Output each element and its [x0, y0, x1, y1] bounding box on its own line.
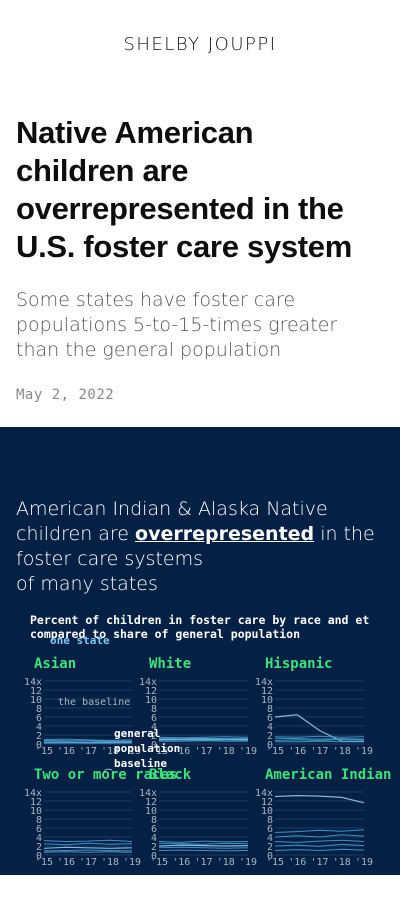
x-tick-label: '17 [310, 857, 328, 868]
series-line [158, 736, 249, 739]
x-tick-label: '17 [310, 746, 328, 757]
x-tick-label: '17 [79, 857, 97, 868]
x-tick-label: '18 [217, 746, 235, 757]
x-tick-label: '15 [35, 857, 53, 868]
x-tick-label: '18 [333, 746, 351, 757]
x-tick-label: '16 [57, 746, 75, 757]
headline-line: children are [16, 153, 189, 188]
annotation-one-state: one state [50, 634, 110, 647]
x-tick-label: '18 [101, 857, 119, 868]
subhead-line: than the general population [16, 339, 282, 361]
annotation-baseline-label: the baseline [58, 697, 130, 708]
series-line [274, 735, 365, 738]
headline-line: U.S. foster care system [16, 229, 352, 264]
lede-text: American Indian & Alaska Native children… [16, 497, 386, 597]
page-footer [0, 875, 400, 906]
series-line [158, 840, 249, 843]
x-tick-label: '15 [266, 746, 284, 757]
series-line [43, 849, 133, 852]
x-tick-label: '15 [266, 857, 284, 868]
x-tick-label: '15 [35, 746, 53, 757]
annotation-general-population: population [114, 742, 180, 755]
x-tick-label: '16 [288, 746, 306, 757]
panel-title: Hispanic [265, 656, 332, 672]
x-tick-label: '19 [355, 746, 373, 757]
x-tick-label: '18 [217, 857, 235, 868]
x-tick-label: '16 [172, 857, 190, 868]
site-title[interactable]: SHELBY JOUPPI [123, 34, 276, 55]
series-line [274, 738, 365, 741]
subhead-line: populations 5-to-15-times greater [16, 314, 338, 336]
lede-emphasis: overrepresented [135, 523, 315, 545]
annotation-general-population: baseline [114, 757, 167, 770]
series-line [275, 740, 364, 743]
x-tick-label: '16 [288, 857, 306, 868]
headline-line: overrepresented in the [16, 191, 344, 226]
series-line [158, 849, 249, 852]
panel-title: Asian [34, 656, 76, 672]
x-tick-label: '19 [239, 746, 257, 757]
series-line [274, 839, 365, 843]
x-tick-label: '16 [57, 857, 75, 868]
series-line [274, 829, 365, 833]
article-header: Native American children are overreprese… [0, 88, 400, 403]
x-tick-label: '17 [79, 746, 97, 757]
small-multiples-chart: Percent of children in foster care by ra… [24, 613, 392, 868]
subhead: Some states have foster care populations… [16, 288, 384, 363]
story-section: American Indian & Alaska Native children… [0, 427, 400, 875]
x-tick-label: '15 [150, 857, 168, 868]
series-line [43, 842, 133, 846]
series-line [43, 839, 133, 843]
x-tick-label: '17 [194, 857, 212, 868]
panel-title: American Indian [265, 767, 391, 783]
series-line [43, 846, 133, 849]
headline-line: Native American [16, 115, 254, 150]
publish-date: May 2, 2022 [16, 387, 115, 403]
series-line [274, 737, 365, 740]
series-line [158, 842, 249, 845]
x-tick-label: '19 [239, 857, 257, 868]
panel-title: White [149, 656, 191, 672]
x-tick-label: '17 [194, 746, 212, 757]
x-tick-label: '19 [355, 857, 373, 868]
annotation-general-population: general [114, 727, 160, 740]
headline: Native American children are overreprese… [16, 114, 384, 266]
series-line [158, 844, 249, 847]
x-tick-label: '18 [333, 857, 351, 868]
series-line [158, 846, 249, 849]
x-tick-label: '19 [123, 857, 141, 868]
series-line [274, 848, 365, 852]
subhead-line: Some states have foster care [16, 289, 296, 311]
lede-part: of many states [16, 573, 158, 595]
series-line [43, 851, 133, 853]
site-header: SHELBY JOUPPI [0, 0, 400, 88]
series-line [274, 794, 365, 804]
chart-title-line: Percent of children in foster care by ra… [30, 613, 369, 627]
